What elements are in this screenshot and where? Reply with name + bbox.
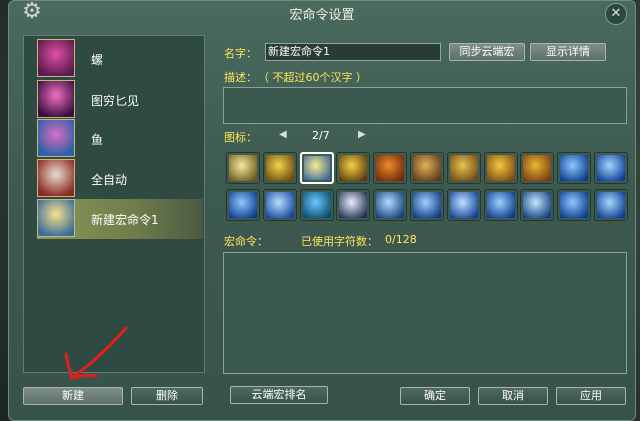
macro-list-item-label: 鱼 xyxy=(91,133,104,147)
dark-figure-skill-icon[interactable] xyxy=(336,189,370,221)
pink-flower-skill-icon xyxy=(37,39,75,77)
blue-strike-skill-icon[interactable] xyxy=(226,189,260,221)
macro-list-item[interactable]: 图穷匕见 xyxy=(37,80,203,120)
cancel-button[interactable]: 取消 xyxy=(478,387,548,405)
macro-list-item[interactable]: 螺 xyxy=(37,39,203,79)
red-annotation-arrow xyxy=(64,326,128,380)
description-hint: （ 不超过60个汉字 ） xyxy=(258,71,367,84)
blue-pink-fish-skill-icon xyxy=(37,119,75,157)
blue-wave-skill-icon[interactable] xyxy=(410,189,444,221)
pink-shadow-skill-icon xyxy=(37,80,75,118)
macro-list-item[interactable]: 新建宏命令1 xyxy=(37,199,203,239)
show-details-button[interactable]: 显示详情 xyxy=(530,43,606,61)
close-icon[interactable]: ✕ xyxy=(605,3,627,25)
icon-grid xyxy=(226,152,634,224)
icons-label: 图标： xyxy=(224,131,257,144)
delete-macro-button[interactable]: 删除 xyxy=(131,387,203,405)
blue-arrows-skill-icon[interactable] xyxy=(557,189,591,221)
golden-statue-skill-icon[interactable] xyxy=(263,152,297,184)
blue-claw-skill-icon[interactable] xyxy=(594,152,628,184)
red-bowl-skill-icon xyxy=(37,159,75,197)
char-count-label: 已使用字符数： xyxy=(301,235,378,248)
macro-list-item-label: 全自动 xyxy=(91,173,128,187)
macro-list-item-label: 图穷匕见 xyxy=(91,94,140,108)
dialog-title: 宏命令设置 xyxy=(289,8,355,23)
golden-monk-skill-icon[interactable] xyxy=(300,152,334,184)
bronze-head-skill-icon[interactable] xyxy=(410,152,444,184)
monk-black-skill-icon[interactable] xyxy=(226,152,260,184)
blue-swirl-skill-icon[interactable] xyxy=(300,189,334,221)
golden-monk-skill-icon xyxy=(37,199,75,237)
macro-command-input[interactable] xyxy=(223,252,627,374)
next-page-icon[interactable]: ▶ xyxy=(358,129,366,140)
macro-list-item-label: 螺 xyxy=(91,53,104,67)
description-label: 描述： xyxy=(224,71,257,84)
macro-list-item[interactable]: 鱼 xyxy=(37,119,203,159)
icon-page-indicator: 2/7 xyxy=(312,129,330,142)
blue-dash-skill-icon[interactable] xyxy=(520,189,554,221)
apply-button[interactable]: 应用 xyxy=(556,387,626,405)
golden-mask-skill-icon[interactable] xyxy=(520,152,554,184)
char-count-value: 0/128 xyxy=(385,233,417,246)
macro-list-item-label: 新建宏命令1 xyxy=(91,213,159,227)
blue-slash-skill-icon[interactable] xyxy=(557,152,591,184)
orange-fist-skill-icon[interactable] xyxy=(373,152,407,184)
blue-wind-skill-icon[interactable] xyxy=(594,189,628,221)
blue-burst-skill-icon[interactable] xyxy=(263,189,297,221)
blue-runner-skill-icon[interactable] xyxy=(373,189,407,221)
name-label: 名字： xyxy=(224,47,257,60)
confirm-button[interactable]: 确定 xyxy=(400,387,470,405)
sync-cloud-button[interactable]: 同步云端宏 xyxy=(449,43,525,61)
golden-blade-skill-icon[interactable] xyxy=(447,152,481,184)
description-input[interactable] xyxy=(223,87,627,124)
new-macro-button[interactable]: 新建 xyxy=(23,387,123,405)
prev-page-icon[interactable]: ◀ xyxy=(279,129,287,140)
cloud-rank-button[interactable]: 云端宏排名 xyxy=(230,386,328,404)
command-label: 宏命令： xyxy=(224,235,268,248)
golden-warrior-skill-icon[interactable] xyxy=(484,152,518,184)
name-input[interactable]: 新建宏命令1 xyxy=(265,43,441,61)
golden-staff-skill-icon[interactable] xyxy=(336,152,370,184)
blue-meditate-skill-icon[interactable] xyxy=(447,189,481,221)
macro-list-item[interactable]: 全自动 xyxy=(37,159,203,199)
blue-leap-skill-icon[interactable] xyxy=(484,189,518,221)
